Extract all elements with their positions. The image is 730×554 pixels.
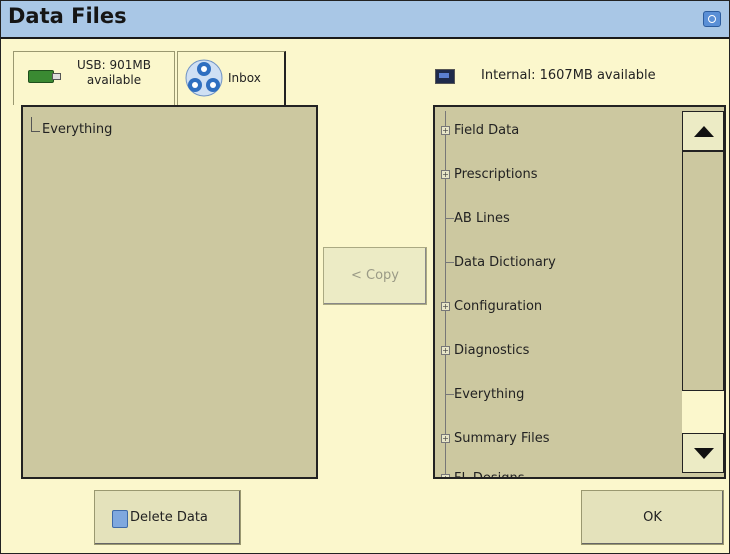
expand-icon[interactable]: + (441, 126, 450, 135)
inbox-label: Inbox (228, 71, 261, 85)
camera-icon[interactable] (703, 11, 721, 27)
tree-item-label: Configuration (454, 299, 543, 314)
tree-leaf-connector (445, 262, 454, 263)
window-title: Data Files (8, 4, 127, 28)
tree-connector (31, 117, 40, 132)
expand-icon[interactable]: + (441, 474, 450, 477)
inbox-network-icon (185, 59, 223, 97)
usb-file-tree[interactable]: Everything (21, 105, 318, 479)
arrow-up-icon (694, 126, 714, 137)
ok-label: OK (643, 510, 662, 525)
usb-capacity-line2: available (86, 73, 142, 87)
tree-item-label: Everything (454, 387, 525, 402)
usb-capacity-line1: USB: 901MB (77, 58, 151, 72)
internal-storage-label: Internal: 1607MB available (481, 68, 656, 83)
tree-item-label: Summary Files (454, 431, 550, 446)
arrow-down-icon (694, 448, 714, 459)
expand-icon[interactable]: + (441, 302, 450, 311)
expand-icon[interactable]: + (441, 434, 450, 443)
tree-item-label: Data Dictionary (454, 255, 556, 270)
usb-capacity-label: USB: 901MB available (58, 58, 170, 88)
tree-item-everything[interactable]: Everything (42, 122, 112, 137)
scrollbar-thumb[interactable] (682, 151, 724, 391)
expand-icon[interactable]: + (441, 170, 450, 179)
tree-item-label: Diagnostics (454, 343, 530, 358)
tree-leaf-connector (445, 394, 454, 395)
tree-connector (445, 111, 446, 477)
tab-usb[interactable]: USB: 901MB available (13, 51, 175, 105)
data-files-window: Data Files USB: 901MB available Inbox In… (0, 0, 730, 554)
ok-button[interactable]: OK (581, 490, 724, 545)
delete-data-label: Delete Data (130, 510, 208, 525)
display-icon (435, 69, 455, 84)
tree-leaf-connector (445, 218, 454, 219)
scroll-up-button[interactable] (682, 111, 724, 151)
copy-button[interactable]: < Copy (323, 247, 427, 305)
tree-item-label: Prescriptions (454, 167, 538, 182)
usb-drive-icon (28, 70, 61, 83)
delete-files-icon (112, 510, 128, 528)
tree-item-label: FL Designs (454, 471, 525, 479)
expand-icon[interactable]: + (441, 346, 450, 355)
tab-inbox[interactable]: Inbox (177, 51, 286, 105)
tree-item-label: AB Lines (454, 211, 510, 226)
tree-item-label: Field Data (454, 123, 520, 138)
internal-file-tree[interactable]: + Field Data + Prescriptions AB Lines Da… (433, 105, 726, 479)
delete-data-button[interactable]: Delete Data (94, 490, 241, 545)
title-bar: Data Files (1, 1, 729, 39)
scroll-down-button[interactable] (682, 433, 724, 473)
